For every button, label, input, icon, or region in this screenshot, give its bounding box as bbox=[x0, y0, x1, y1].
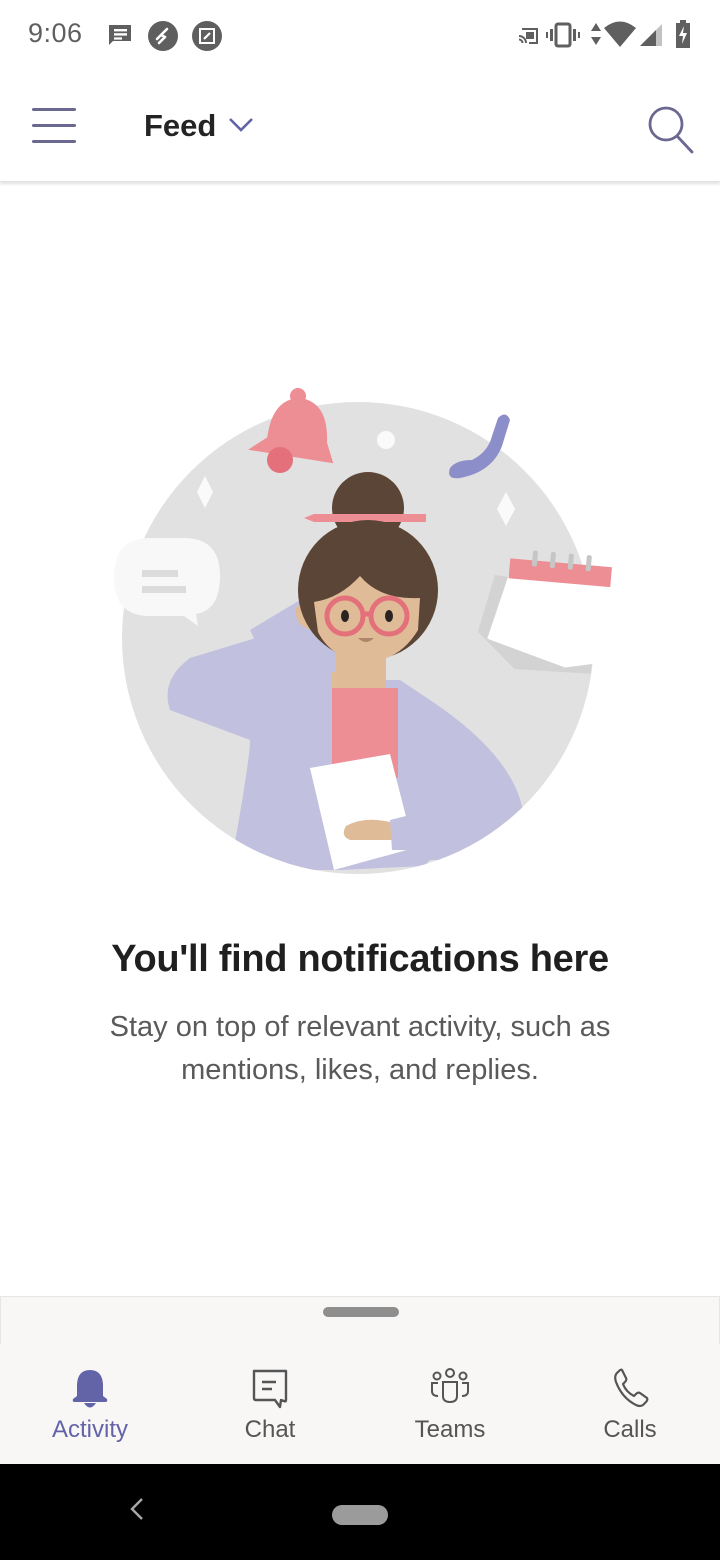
back-icon[interactable] bbox=[126, 1496, 146, 1522]
tab-activity[interactable]: Activity bbox=[0, 1344, 180, 1464]
wifi-icon bbox=[604, 21, 636, 47]
search-icon[interactable] bbox=[644, 102, 696, 154]
drawer-handle[interactable] bbox=[323, 1307, 399, 1317]
tab-label: Activity bbox=[51, 1416, 128, 1443]
chat-icon bbox=[252, 1369, 288, 1409]
home-button[interactable] bbox=[332, 1505, 388, 1525]
tab-calls[interactable]: Calls bbox=[540, 1344, 720, 1464]
tab-label: Chat bbox=[244, 1416, 296, 1443]
screenshot-edit-icon bbox=[192, 21, 222, 51]
remote-desktop-icon bbox=[148, 21, 178, 51]
tab-chat[interactable]: Chat bbox=[180, 1344, 360, 1464]
woman-with-notifications-illustration bbox=[114, 388, 612, 874]
vibrate-icon bbox=[546, 22, 580, 48]
message-notification-icon bbox=[109, 25, 131, 45]
cell-signal-icon bbox=[640, 24, 662, 46]
status-time: 9:06 bbox=[28, 18, 83, 48]
app-header: Feed bbox=[0, 72, 720, 182]
system-nav-bar bbox=[0, 1464, 720, 1560]
battery-charging-icon bbox=[676, 20, 690, 48]
bottom-nav: Activity Chat Teams Calls bbox=[0, 1344, 720, 1464]
bottom-drawer bbox=[0, 1296, 720, 1344]
phone-icon bbox=[614, 1368, 649, 1408]
data-arrows-icon bbox=[591, 23, 601, 45]
empty-state-title: You'll find notifications here bbox=[111, 938, 609, 980]
page-title[interactable]: Feed bbox=[144, 108, 216, 144]
bell-icon bbox=[72, 1370, 108, 1408]
chevron-down-icon[interactable] bbox=[228, 116, 254, 134]
cast-icon bbox=[518, 28, 538, 44]
teams-icon bbox=[431, 1368, 469, 1404]
tab-teams[interactable]: Teams bbox=[360, 1344, 540, 1464]
hamburger-menu-button[interactable] bbox=[32, 106, 78, 146]
hamburger-menu-icon bbox=[32, 108, 76, 111]
empty-state-description: Stay on top of relevant activity, such a… bbox=[109, 1011, 611, 1086]
status-bar: 9:06 bbox=[0, 0, 720, 72]
tab-label: Calls bbox=[603, 1416, 657, 1443]
tab-label: Teams bbox=[414, 1416, 486, 1443]
